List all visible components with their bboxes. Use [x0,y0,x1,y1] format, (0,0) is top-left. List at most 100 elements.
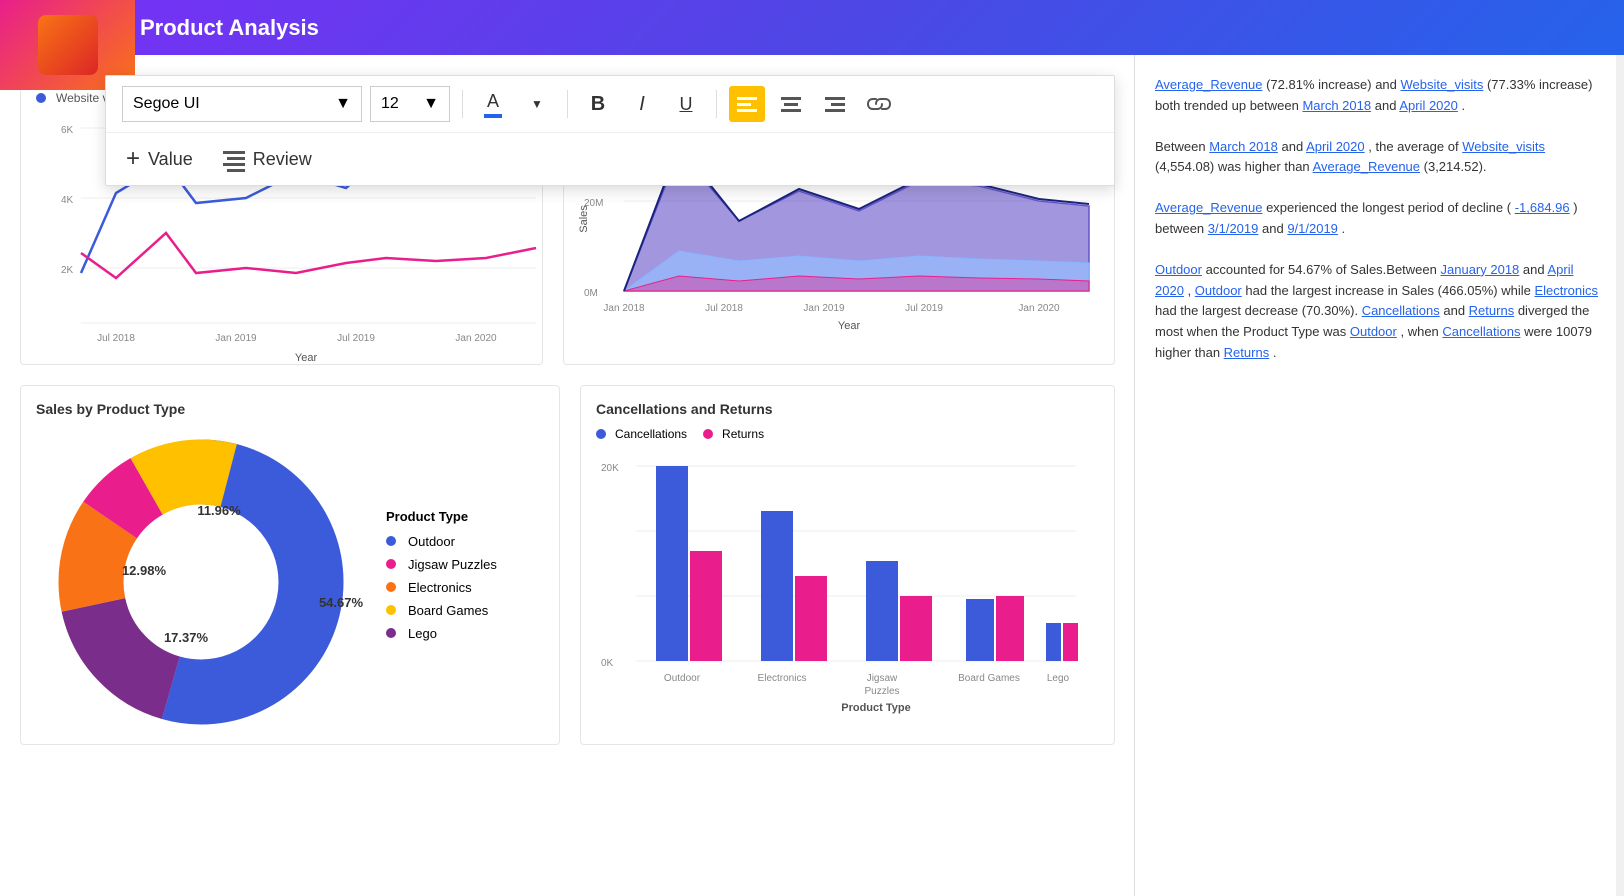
avg-revenue-link-3[interactable]: Average_Revenue [1155,200,1262,215]
march-2018-link-2[interactable]: March 2018 [1209,139,1278,154]
lego-label: Lego [408,626,437,641]
svg-text:Year: Year [295,352,318,364]
svg-text:Puzzles: Puzzles [864,686,899,697]
start-date-link[interactable]: 3/1/2019 [1208,221,1259,236]
svg-text:Jul 2019: Jul 2019 [905,303,943,314]
italic-button[interactable]: I [624,86,660,122]
svg-text:Jan 2020: Jan 2020 [455,333,497,344]
returns-dot [703,429,713,439]
bar-chart-title: Cancellations and Returns [596,401,1099,417]
align-center-icon [781,95,801,113]
toolbar-popup: Segoe UI ▼ 12 ▼ A ▼ B I U [105,75,1115,186]
electronics-label: Electronics [408,580,472,595]
svg-text:2K: 2K [61,265,74,276]
align-left-button[interactable] [729,86,765,122]
insight-2: Between March 2018 and April 2020 , the … [1155,137,1604,179]
website-legend-dot [36,93,46,103]
scroll-indicator[interactable] [1616,55,1624,896]
donut-svg: 54.67% 17.37% 12.98% 11.96% [36,427,366,717]
april-2020-link-1[interactable]: April 2020 [1399,98,1458,113]
legend-boardgames: Board Games [386,603,526,618]
end-date-link[interactable]: 9/1/2019 [1287,221,1338,236]
website-legend-label: Website v [56,91,108,105]
add-value-button[interactable]: + Value [126,145,193,173]
cancellations-link[interactable]: Cancellations [1362,303,1440,318]
font-family-select[interactable]: Segoe UI ▼ [122,86,362,122]
donut-chart-title: Sales by Product Type [36,401,544,417]
boardgames-returns-bar [996,596,1024,661]
avg-revenue-link-1[interactable]: Average_Revenue [1155,77,1262,92]
insight-1: Average_Revenue (72.81% increase) and We… [1155,75,1604,117]
svg-text:Jul 2018: Jul 2018 [705,303,743,314]
boardgames-dot [386,605,396,615]
link-button[interactable] [861,86,897,122]
font-size-select[interactable]: 12 ▼ [370,86,450,122]
align-right-button[interactable] [817,86,853,122]
svg-text:Electronics: Electronics [758,673,807,684]
cancellations-returns-chart: Cancellations and Returns Cancellations … [580,385,1115,745]
review-label: Review [253,149,312,170]
lego-returns-bar [1063,623,1078,661]
svg-text:4K: 4K [61,195,74,206]
jigsaw-dot [386,559,396,569]
font-color-letter: A [487,91,499,112]
donut-chart-container: 54.67% 17.37% 12.98% 11.96% [36,427,366,722]
april-2020-link-2[interactable]: April 2020 [1306,139,1365,154]
font-family-value: Segoe UI [133,95,200,113]
website-visits-link-2[interactable]: Website_visits [1462,139,1545,154]
font-color-button[interactable]: A [475,86,511,122]
underline-button[interactable]: U [668,86,704,122]
insights-panel: Average_Revenue (72.81% increase) and We… [1134,55,1624,896]
avg-revenue-link-2[interactable]: Average_Revenue [1313,159,1420,174]
donut-label-lego: 17.37% [164,630,209,645]
electronics-link[interactable]: Electronics [1534,283,1598,298]
plus-icon: + [126,145,140,173]
jan-2018-link[interactable]: January 2018 [1441,262,1520,277]
legend-title: Product Type [386,509,526,524]
sales-product-type-chart: Sales by Product Type [20,385,560,745]
electronics-returns-bar [795,576,827,661]
sep-2 [567,90,568,118]
returns-link-2[interactable]: Returns [1224,345,1270,360]
font-color-dropdown[interactable]: ▼ [519,86,555,122]
bar-chart-svg: 20K 0K [596,451,1086,711]
link-icon [868,95,890,113]
returns-link[interactable]: Returns [1469,303,1515,318]
donut-label-outdoor: 54.67% [319,595,364,610]
cancellations-label: Cancellations [615,427,687,441]
outdoor-dot [386,536,396,546]
bold-button[interactable]: B [580,86,616,122]
electronics-cancellations-bar [761,511,793,661]
outdoor-link-1[interactable]: Outdoor [1155,262,1202,277]
website-visits-link-1[interactable]: Website_visits [1401,77,1484,92]
returns-label: Returns [722,427,764,441]
font-family-chevron: ▼ [335,95,351,113]
svg-text:Jan 2020: Jan 2020 [1018,303,1060,314]
outdoor-returns-bar [690,551,722,661]
donut-label-boardgames: 11.96% [197,503,241,518]
boardgames-label: Board Games [408,603,488,618]
returns-legend: Returns [703,427,764,441]
boardgames-cancellations-bar [966,599,994,661]
review-button[interactable]: Review [223,149,312,170]
electronics-dot [386,582,396,592]
svg-text:Jan 2019: Jan 2019 [803,303,845,314]
outdoor-link-3[interactable]: Outdoor [1350,324,1397,339]
svg-text:20K: 20K [601,463,619,474]
review-icon [223,149,245,169]
lego-dot [386,628,396,638]
align-center-button[interactable] [773,86,809,122]
legend-jigsaw: Jigsaw Puzzles [386,557,526,572]
svg-text:Jan 2019: Jan 2019 [215,333,257,344]
outdoor-link-2[interactable]: Outdoor [1195,283,1242,298]
logo-icon [38,15,98,75]
decline-value-link[interactable]: -1,684.96 [1515,200,1570,215]
cancellations-link-2[interactable]: Cancellations [1442,324,1520,339]
march-2018-link-1[interactable]: March 2018 [1302,98,1371,113]
svg-text:6K: 6K [61,125,74,136]
page-title: Product Analysis [140,15,319,41]
svg-text:0M: 0M [584,288,598,299]
add-value-label: Value [148,149,193,170]
svg-text:Product Type: Product Type [841,702,910,714]
legend-outdoor: Outdoor [386,534,526,549]
